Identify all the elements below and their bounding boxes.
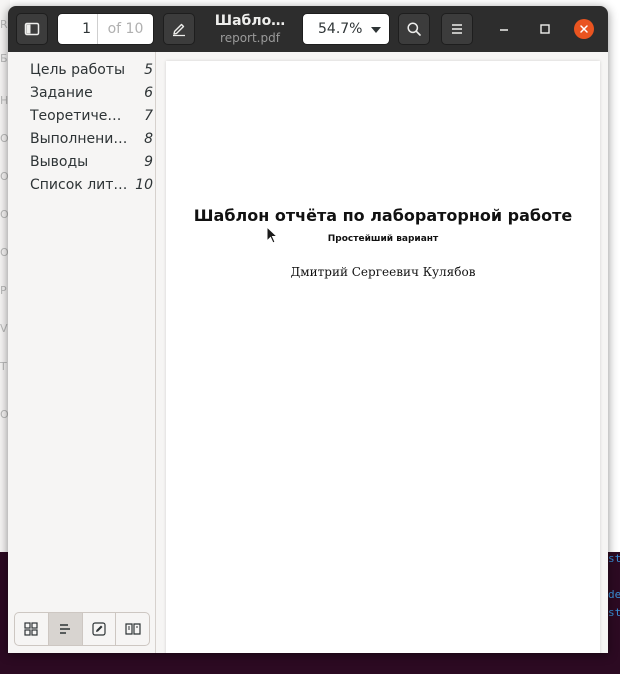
grid-icon bbox=[24, 622, 38, 636]
zoom-selector[interactable]: 54.7% bbox=[302, 13, 390, 45]
document-subtitle: Простейший вариант bbox=[327, 234, 439, 244]
outline-item-page: 9 bbox=[144, 154, 153, 170]
page-count-label: of 10 bbox=[107, 21, 144, 37]
chevron-down-icon bbox=[371, 27, 381, 33]
outline-item[interactable]: Цель работы 5 bbox=[8, 59, 154, 81]
outline-item-title: Выводы bbox=[30, 154, 89, 170]
search-button[interactable] bbox=[398, 13, 430, 45]
document-viewer-window: 1 of 10 Шабло… report.pdf 54.7% Цель раб… bbox=[8, 6, 608, 653]
bookmarks-tab[interactable] bbox=[116, 613, 149, 645]
current-page-input[interactable]: 1 bbox=[58, 14, 98, 44]
mouse-cursor-icon bbox=[266, 226, 278, 244]
annotate-button[interactable] bbox=[163, 13, 195, 45]
document-heading: Шаблон отчёта по лабораторной работе bbox=[193, 206, 573, 225]
outline-item-title: Теоретичес… bbox=[30, 108, 128, 124]
pencil-icon bbox=[173, 23, 185, 37]
terminal-text: de bbox=[608, 588, 620, 601]
main-menu-button[interactable] bbox=[441, 13, 473, 45]
annotations-tab[interactable] bbox=[83, 613, 117, 645]
outline-item-title: Цель работы bbox=[30, 62, 126, 78]
minimize-button[interactable] bbox=[492, 17, 516, 41]
outline-icon bbox=[60, 624, 71, 634]
background-letter: Р bbox=[0, 284, 7, 297]
outline-item[interactable]: Задание 6 bbox=[8, 82, 154, 104]
outline-tab[interactable] bbox=[48, 613, 83, 645]
terminal-text: st bbox=[608, 606, 620, 619]
terminal-text: st bbox=[608, 552, 620, 565]
outline-item-page: 10 bbox=[135, 177, 153, 193]
book-icon bbox=[125, 623, 141, 635]
sidebar-view-switcher bbox=[14, 612, 150, 646]
outline-item[interactable]: Выполнени… 8 bbox=[8, 128, 154, 150]
document-page: Шаблон отчёта по лабораторной работе Про… bbox=[166, 61, 600, 653]
maximize-icon bbox=[540, 24, 550, 34]
outline-item[interactable]: Теоретичес… 7 bbox=[8, 105, 154, 127]
outline-item-page: 6 bbox=[144, 85, 153, 101]
minimize-icon bbox=[500, 29, 508, 31]
outline-item[interactable]: Список лит… 10 bbox=[8, 174, 154, 196]
document-author: Дмитрий Сергеевич Кулябов bbox=[290, 265, 476, 279]
sidebar-icon bbox=[24, 22, 40, 36]
headerbar: 1 of 10 Шабло… report.pdf 54.7% bbox=[8, 6, 608, 52]
thumbnails-tab[interactable] bbox=[15, 613, 49, 645]
outline-item-title: Задание bbox=[30, 85, 93, 101]
document-view[interactable]: Шаблон отчёта по лабораторной работе Про… bbox=[156, 52, 608, 653]
document-title-label: Шабло… bbox=[214, 13, 286, 29]
document-filename-label: report.pdf bbox=[220, 31, 280, 45]
outline-item-title: Список лит… bbox=[30, 177, 128, 193]
close-icon bbox=[580, 25, 588, 33]
outline-item[interactable]: Выводы 9 bbox=[8, 151, 154, 173]
background-letter: R bbox=[0, 18, 8, 31]
background-letter: Т bbox=[0, 360, 7, 373]
annotation-icon bbox=[92, 622, 106, 636]
hamburger-menu-icon bbox=[452, 24, 462, 34]
outline-item-page: 8 bbox=[144, 131, 153, 147]
outline-item-title: Выполнени… bbox=[30, 131, 128, 147]
outline-item-page: 5 bbox=[144, 62, 153, 78]
maximize-button[interactable] bbox=[533, 17, 557, 41]
search-icon bbox=[407, 22, 421, 36]
sidebar-toggle-button[interactable] bbox=[16, 13, 48, 45]
page-number-entry[interactable]: 1 of 10 bbox=[57, 13, 154, 45]
sidebar: Цель работы 5 Задание 6 Теоретичес… 7 Вы… bbox=[8, 52, 156, 653]
background-letter: Б bbox=[0, 52, 8, 65]
window-title: Шабло… report.pdf bbox=[204, 13, 296, 45]
outline-item-page: 7 bbox=[144, 108, 153, 124]
background-letter: V bbox=[0, 322, 8, 335]
zoom-value: 54.7% bbox=[318, 21, 363, 37]
close-button[interactable] bbox=[574, 19, 594, 39]
